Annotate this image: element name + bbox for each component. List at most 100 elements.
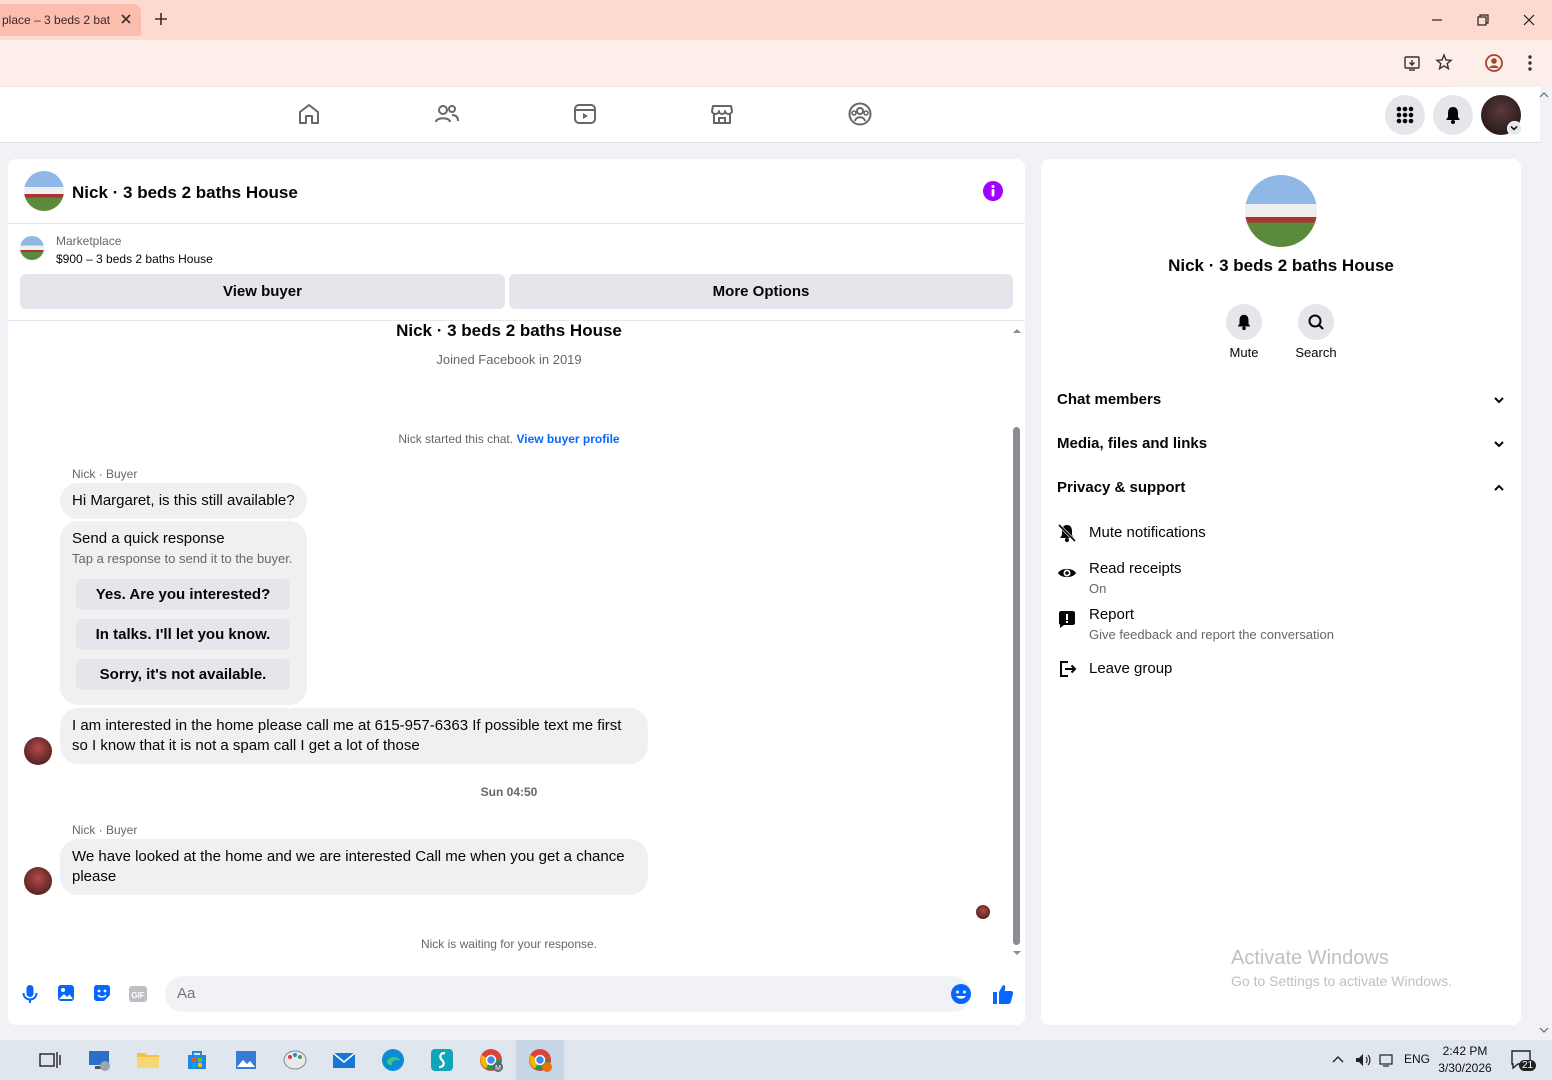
scrollbar-thumb[interactable]: [1013, 427, 1020, 945]
paint-app-icon[interactable]: [281, 1046, 309, 1074]
tab-title: place – 3 beds 2 baths House: [2, 13, 110, 27]
edge-browser-icon[interactable]: [379, 1046, 407, 1074]
section-media-files-links[interactable]: Media, files and links: [1057, 435, 1505, 452]
chat-started-notice: Nick started this chat. View buyer profi…: [8, 432, 1010, 446]
report-subtitle: Give feedback and report the conversatio…: [1089, 627, 1334, 642]
taskbar-clock[interactable]: 2:42 PM 3/30/2026: [1432, 1043, 1498, 1077]
section-label: Media, files and links: [1057, 435, 1208, 452]
page-scroll-up-icon: [1539, 92, 1549, 98]
store-icon[interactable]: [183, 1046, 211, 1074]
facebook-top-nav: [0, 87, 1540, 143]
eye-icon: [1057, 563, 1077, 583]
svg-text:M: M: [495, 1065, 501, 1072]
leave-icon: [1057, 659, 1077, 679]
gif-icon[interactable]: GIF: [128, 985, 148, 1003]
photos-app-icon[interactable]: [232, 1046, 260, 1074]
mail-icon[interactable]: [330, 1046, 358, 1074]
home-icon[interactable]: [296, 101, 322, 127]
quick-response-subtitle: Tap a response to send it to the buyer.: [72, 551, 293, 566]
sender-label: Nick · Buyer: [72, 467, 138, 481]
computer-app-icon[interactable]: [85, 1046, 113, 1074]
quick-response-talks[interactable]: In talks. I'll let you know.: [76, 619, 290, 650]
emoji-icon[interactable]: [950, 983, 972, 1005]
close-tab-icon[interactable]: [119, 12, 133, 26]
file-explorer-icon[interactable]: [134, 1046, 162, 1074]
show-hidden-icons-icon[interactable]: [1330, 1052, 1346, 1068]
mute-button[interactable]: [1226, 304, 1262, 340]
marketplace-icon[interactable]: [709, 101, 735, 127]
groups-icon[interactable]: [847, 101, 873, 127]
mute-notifications-option[interactable]: Mute notifications: [1089, 524, 1206, 541]
profile-icon[interactable]: [1484, 53, 1504, 73]
sticker-icon[interactable]: [92, 983, 112, 1003]
script-app-icon[interactable]: [428, 1046, 456, 1074]
search-icon: [1308, 314, 1324, 330]
svg-text:GIF: GIF: [131, 991, 144, 1000]
task-view-icon[interactable]: [36, 1046, 64, 1074]
message-input[interactable]: [177, 985, 937, 1002]
report-option[interactable]: Report: [1089, 606, 1134, 623]
install-app-icon[interactable]: [1403, 54, 1421, 72]
like-thumbs-up-icon[interactable]: [991, 982, 1015, 1006]
new-tab-icon[interactable]: [152, 10, 170, 28]
sender-label: Nick · Buyer: [72, 823, 138, 837]
scroll-up-arrow-icon: [1013, 329, 1021, 333]
browser-toolbar: 6660842690912: [0, 40, 1552, 120]
friends-icon[interactable]: [434, 101, 460, 127]
listing-price-title[interactable]: $900 – 3 beds 2 baths House: [56, 252, 213, 266]
chat-panel: Nick · 3 beds 2 baths House Marketplace …: [8, 159, 1025, 1025]
browser-tab[interactable]: place – 3 beds 2 baths House: [0, 4, 141, 36]
quick-response-yes[interactable]: Yes. Are you interested?: [76, 579, 290, 610]
message-bubble[interactable]: I am interested in the home please call …: [60, 708, 648, 764]
grid-icon: [1396, 106, 1414, 124]
chevron-down-icon: [1494, 440, 1504, 447]
chevron-up-icon: [1494, 484, 1504, 491]
waiting-notice: Nick is waiting for your response.: [420, 937, 598, 951]
browser-menu-icon[interactable]: [1522, 53, 1538, 73]
chrome-profile-m-icon[interactable]: M: [477, 1046, 505, 1074]
microphone-icon[interactable]: [20, 983, 40, 1005]
activate-windows-subtitle: Go to Settings to activate Windows.: [1231, 973, 1452, 989]
browser-tab-strip: place – 3 beds 2 baths House: [0, 0, 1552, 40]
section-label: Privacy & support: [1057, 479, 1186, 496]
menu-grid-button[interactable]: [1385, 95, 1425, 135]
buyer-avatar[interactable]: [24, 737, 52, 765]
view-buyer-profile-link[interactable]: View buyer profile: [516, 432, 619, 446]
quick-response-not-available[interactable]: Sorry, it's not available.: [76, 659, 290, 690]
profile-name: Nick · 3 beds 2 baths House: [396, 321, 622, 340]
network-icon[interactable]: [1378, 1052, 1396, 1068]
bookmark-star-icon[interactable]: [1435, 53, 1453, 71]
mute-bell-icon: [1057, 523, 1077, 543]
notifications-button[interactable]: [1433, 95, 1473, 135]
section-chat-members[interactable]: Chat members: [1057, 391, 1505, 408]
listing-thumbnail[interactable]: [24, 171, 64, 211]
volume-icon[interactable]: [1354, 1052, 1372, 1068]
listing-small-thumbnail[interactable]: [20, 236, 44, 260]
more-options-button[interactable]: More Options: [509, 274, 1013, 309]
read-receipts-state: On: [1089, 581, 1107, 596]
message-bubble[interactable]: We have looked at the home and we are in…: [60, 839, 648, 895]
restore-icon[interactable]: [1475, 12, 1491, 28]
leave-group-option[interactable]: Leave group: [1089, 660, 1172, 677]
info-icon[interactable]: [983, 181, 1003, 201]
conversation-photo[interactable]: [1245, 175, 1317, 247]
photo-icon[interactable]: [56, 983, 76, 1003]
windows-taskbar: M ENG 2:42 PM 3/30/2026 21: [0, 1040, 1552, 1080]
section-privacy-support[interactable]: Privacy & support: [1057, 479, 1505, 496]
search-button[interactable]: [1298, 304, 1334, 340]
message-composer[interactable]: [165, 976, 971, 1012]
marketplace-label: Marketplace: [56, 234, 122, 248]
read-receipts-option[interactable]: Read receipts: [1089, 560, 1182, 577]
language-indicator[interactable]: ENG: [1404, 1052, 1430, 1066]
chat-header: Nick · 3 beds 2 baths House: [8, 159, 1025, 224]
account-chevron-icon[interactable]: [1507, 121, 1522, 136]
view-buyer-button[interactable]: View buyer: [20, 274, 505, 309]
close-window-icon[interactable]: [1521, 12, 1537, 28]
chat-title[interactable]: Nick · 3 beds 2 baths House: [72, 183, 298, 203]
video-icon[interactable]: [572, 101, 598, 127]
activate-windows-title: Activate Windows: [1231, 947, 1389, 969]
message-bubble[interactable]: Hi Margaret, is this still available?: [60, 483, 307, 519]
buyer-avatar[interactable]: [24, 867, 52, 895]
minimize-icon[interactable]: [1429, 12, 1445, 28]
chrome-active-icon[interactable]: [526, 1046, 554, 1074]
